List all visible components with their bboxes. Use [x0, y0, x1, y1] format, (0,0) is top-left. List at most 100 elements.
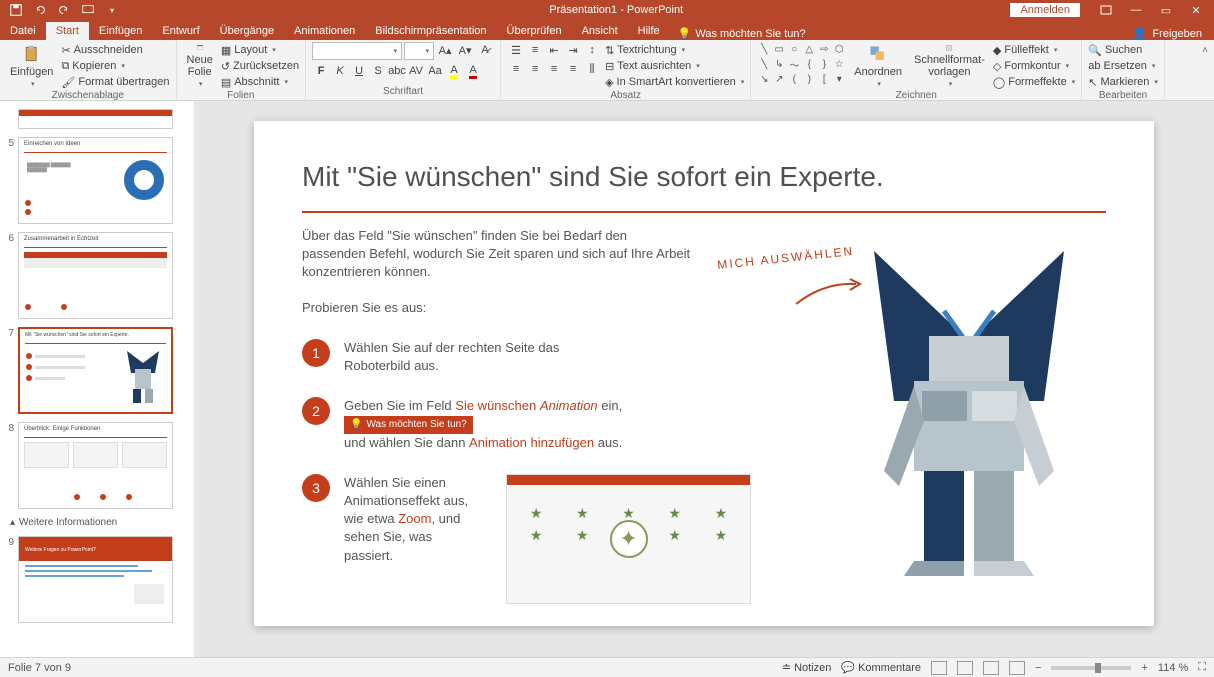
close-button[interactable]: ✕	[1182, 1, 1210, 19]
outdent-button[interactable]: ⇤	[545, 42, 563, 58]
shape-elbow[interactable]: ↳	[772, 57, 786, 71]
zoom-slider[interactable]	[1051, 666, 1131, 670]
redo-button[interactable]	[54, 1, 74, 19]
spacing-button[interactable]: AV	[407, 63, 425, 79]
shapes-more[interactable]: ▾	[832, 72, 846, 86]
shape-oval[interactable]: ○	[787, 42, 801, 56]
cut-button[interactable]: ✂Ausschneiden	[61, 42, 169, 58]
case-button[interactable]: Aa	[426, 63, 444, 79]
indent-button[interactable]: ⇥	[564, 42, 582, 58]
slide-thumbnail-9[interactable]: Weitere Fragen zu PowerPoint?	[18, 536, 173, 623]
save-button[interactable]	[6, 1, 26, 19]
slide-7[interactable]: Mit "Sie wünschen" sind Sie sofort ein E…	[254, 121, 1154, 626]
layout-button[interactable]: ▦Layout▾	[221, 42, 299, 58]
format-painter-button[interactable]: 🖌Format übertragen	[61, 74, 169, 90]
collapse-ribbon-button[interactable]: ˄	[1196, 40, 1214, 100]
shape-hex[interactable]: ⬡	[832, 42, 846, 56]
font-family-input[interactable]: ▾	[312, 42, 402, 60]
zoom-in-button[interactable]: +	[1141, 662, 1147, 674]
shape-line[interactable]: ╲	[757, 42, 771, 56]
font-size-input[interactable]: ▾	[404, 42, 434, 60]
reset-button[interactable]: ↺Zurücksetzen	[221, 58, 299, 74]
slide-counter[interactable]: Folie 7 von 9	[8, 662, 782, 674]
grow-font-button[interactable]: A▴	[436, 42, 454, 58]
zoom-out-button[interactable]: −	[1035, 662, 1041, 674]
shape-tri[interactable]: △	[802, 42, 816, 56]
start-from-beginning-button[interactable]	[78, 1, 98, 19]
slide-canvas-area[interactable]: Mit "Sie wünschen" sind Sie sofort ein E…	[194, 101, 1214, 657]
maximize-button[interactable]: ▭	[1152, 1, 1180, 19]
slide-thumbnail-5[interactable]: Einreichen von Ideen ████████ ███████ ██…	[18, 137, 173, 224]
shrink-font-button[interactable]: A▾	[456, 42, 474, 58]
align-text-button[interactable]: ⊟Text ausrichten▾	[605, 58, 744, 74]
find-button[interactable]: 🔍Suchen	[1088, 42, 1158, 58]
slide-thumbnail-8[interactable]: Überblick: Einige Funktionen	[18, 422, 173, 509]
tab-transitions[interactable]: Übergänge	[210, 22, 284, 40]
select-button[interactable]: ↖Markieren▾	[1088, 74, 1158, 90]
font-color-button[interactable]: A	[464, 63, 482, 79]
ribbon-options-button[interactable]	[1092, 1, 1120, 19]
underline-button[interactable]: U	[350, 63, 368, 79]
shape-star[interactable]: ☆	[832, 57, 846, 71]
strike-button[interactable]: S	[369, 63, 387, 79]
tab-insert[interactable]: Einfügen	[89, 22, 152, 40]
undo-button[interactable]	[30, 1, 50, 19]
normal-view-button[interactable]	[931, 661, 947, 675]
qat-customize-button[interactable]: ▾	[102, 1, 122, 19]
shape-line2[interactable]: ╲	[757, 57, 771, 71]
shape-paren[interactable]: (	[787, 72, 801, 86]
slide-thumbnail-7[interactable]: Mit "Sie wünschen" sind Sie sofort ein E…	[18, 327, 173, 414]
shape-connector2[interactable]: ↗	[772, 72, 786, 86]
section-button[interactable]: ▤Abschnitt▾	[221, 74, 299, 90]
sign-in-button[interactable]: Anmelden	[1010, 3, 1080, 17]
tab-start[interactable]: Start	[46, 22, 89, 40]
shape-outline-button[interactable]: ◇Formkontur▾	[993, 58, 1075, 74]
smartart-button[interactable]: ◈In SmartArt konvertieren▾	[605, 74, 744, 90]
shape-connector[interactable]: ↘	[757, 72, 771, 86]
shape-arrow-r[interactable]: ⇨	[817, 42, 831, 56]
arrange-button[interactable]: Anordnen▾	[850, 42, 906, 90]
comments-button[interactable]: 💬Kommentare	[841, 660, 921, 676]
sorter-view-button[interactable]	[957, 661, 973, 675]
bold-button[interactable]: F	[312, 63, 330, 79]
linespacing-button[interactable]: ↕	[583, 42, 601, 58]
slide-thumbnail-4[interactable]	[18, 109, 173, 129]
text-direction-button[interactable]: ⇅Textrichtung▾	[605, 42, 744, 58]
replace-button[interactable]: abErsetzen▾	[1088, 58, 1158, 74]
bullets-button[interactable]: ☰	[507, 42, 525, 58]
shape-brace[interactable]: {	[802, 57, 816, 71]
numbering-button[interactable]: ≡	[526, 42, 544, 58]
copy-button[interactable]: ⧉Kopieren▾	[61, 58, 169, 74]
shape-effects-button[interactable]: ◯Formeffekte▾	[993, 74, 1075, 90]
justify-button[interactable]: ≡	[564, 61, 582, 77]
fit-to-window-button[interactable]: ⛶	[1198, 661, 1206, 674]
quick-styles-button[interactable]: Schnellformat- vorlagen▾	[910, 42, 989, 90]
clear-format-button[interactable]: A̷	[476, 42, 494, 58]
tab-help[interactable]: Hilfe	[628, 22, 670, 40]
slide-thumbnail-pane[interactable]: 5 Einreichen von Ideen ████████ ███████ …	[0, 101, 194, 657]
highlight-button[interactable]: A	[445, 63, 463, 79]
slide-thumbnail-6[interactable]: Zusammenarbeit in Echtzeit	[18, 232, 173, 319]
notes-button[interactable]: ≐Notizen	[782, 660, 832, 676]
shape-rect[interactable]: ▭	[772, 42, 786, 56]
shape-brack[interactable]: [	[817, 72, 831, 86]
columns-button[interactable]: ⫼	[583, 61, 601, 77]
tell-me-search[interactable]: 💡 Was möchten Sie tun?	[670, 27, 814, 40]
shapes-gallery[interactable]: ╲ ▭ ○ △ ⇨ ⬡ ╲ ↳ ～ { } ☆ ↘ ↗ ( ) [ ▾	[757, 42, 846, 90]
tab-review[interactable]: Überprüfen	[497, 22, 572, 40]
tab-slideshow[interactable]: Bildschirmpräsentation	[365, 22, 496, 40]
italic-button[interactable]: K	[331, 63, 349, 79]
shadow-button[interactable]: abc	[388, 63, 406, 79]
tab-design[interactable]: Entwurf	[152, 22, 209, 40]
section-header-more[interactable]: ▴ Weitere Informationen	[0, 513, 194, 532]
minimize-button[interactable]: —	[1122, 1, 1150, 19]
new-slide-button[interactable]: Neue Folie ▾	[183, 42, 217, 90]
robot-image[interactable]	[844, 251, 1094, 591]
align-right-button[interactable]: ≡	[545, 61, 563, 77]
zoom-level[interactable]: 114 %	[1158, 662, 1188, 674]
align-left-button[interactable]: ≡	[507, 61, 525, 77]
reading-view-button[interactable]	[983, 661, 999, 675]
tab-file[interactable]: Datei	[0, 22, 46, 40]
share-button[interactable]: 👤 Freigeben	[1133, 27, 1214, 40]
shape-curve[interactable]: ～	[787, 57, 801, 71]
